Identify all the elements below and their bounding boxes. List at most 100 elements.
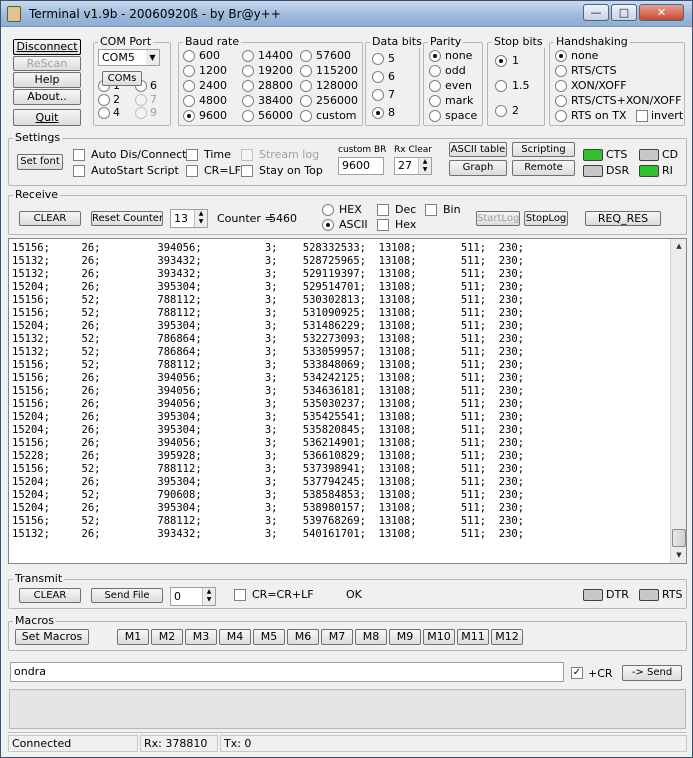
baud-radio-56000[interactable] [242,110,254,122]
receive-clear-button[interactable]: CLEAR [19,211,81,226]
baud-radio-38400[interactable] [242,95,254,107]
maximize-button[interactable]: □ [611,4,637,21]
com-radio-4[interactable] [98,107,110,119]
transmit-spinner[interactable]: ▲ ▼ [202,588,215,605]
data-bits-radio-8[interactable] [372,107,384,119]
com-radio-2[interactable] [98,94,110,106]
cr-lf-checkbox[interactable] [186,165,198,177]
com-radio-9[interactable] [135,107,147,119]
baud-radio-custom[interactable] [300,110,312,122]
baud-radio-2400[interactable] [183,80,195,92]
macro-button-m6[interactable]: M6 [287,629,319,645]
req-res-button[interactable]: REQ_RES [585,211,661,226]
baud-radio-28800[interactable] [242,80,254,92]
com-radio-7[interactable] [135,94,147,106]
data-bits-radio-6[interactable] [372,71,384,83]
send-file-button[interactable]: Send File [91,588,163,603]
reset-counter-button[interactable]: Reset Counter [91,211,163,226]
macro-button-m4[interactable]: M4 [219,629,251,645]
scroll-down-icon[interactable]: ▼ [673,551,685,561]
stop-bits-radio-1-5[interactable] [495,80,507,92]
parity-radio-odd[interactable] [429,65,441,77]
hex-checkbox[interactable] [377,219,389,231]
baud-radio-600[interactable] [183,50,195,62]
hex-radio[interactable] [322,204,334,216]
handshake-radio-rts-cts[interactable] [555,65,567,77]
parity-radio-even[interactable] [429,80,441,92]
send-input[interactable]: ondra [10,662,564,682]
handshake-radio-xon-xoff[interactable] [555,80,567,92]
handshake-radio-rts-cts-xon-xoff[interactable] [555,95,567,107]
rescan-button[interactable]: ReScan [13,56,81,71]
rx-clear-spinner[interactable]: ▲ ▼ [418,158,431,174]
close-button[interactable]: ✕ [639,4,684,21]
parity-radio-space[interactable] [429,110,441,122]
macro-button-m3[interactable]: M3 [185,629,217,645]
parity-radio-none[interactable] [429,50,441,62]
transmit-clear-button[interactable]: CLEAR [19,588,81,603]
baud-radio-128000[interactable] [300,80,312,92]
receive-spinner[interactable]: ▲ ▼ [194,210,207,227]
disconnect-button[interactable]: Disconnect [13,39,81,55]
graph-button[interactable]: Graph [449,160,507,176]
autostart-script-checkbox[interactable] [73,165,85,177]
data-bits-radio-7[interactable] [372,89,384,101]
macro-button-m2[interactable]: M2 [151,629,183,645]
macro-button-m8[interactable]: M8 [355,629,387,645]
baud-radio-19200[interactable] [242,65,254,77]
macro-button-m9[interactable]: M9 [389,629,421,645]
ascii-radio[interactable] [322,219,334,231]
quit-button[interactable]: Quit [13,109,81,126]
minimize-button[interactable]: — [583,4,609,21]
data-bits-radio-5[interactable] [372,53,384,65]
parity-radio-mark[interactable] [429,95,441,107]
macro-button-m10[interactable]: M10 [423,629,455,645]
baud-radio-9600[interactable] [183,110,195,122]
stop-bits-radio-1[interactable] [495,55,507,67]
chevron-down-icon[interactable]: ▼ [146,50,159,65]
time-checkbox[interactable] [186,149,198,161]
send-button[interactable]: -> Send [622,665,682,681]
baud-radio-115200[interactable] [300,65,312,77]
cr-crlf-checkbox[interactable] [234,589,246,601]
dtr-led-icon[interactable] [583,589,603,601]
rts-led-icon[interactable] [639,589,659,601]
baud-radio-4800[interactable] [183,95,195,107]
help-button[interactable]: Help [13,72,81,88]
dec-checkbox[interactable] [377,204,389,216]
macro-button-m11[interactable]: M11 [457,629,489,645]
auto-dis-connect-checkbox[interactable] [73,149,85,161]
baud-radio-1200[interactable] [183,65,195,77]
com-radio-4-label: 4 [113,106,120,119]
handshake-radio-none[interactable] [555,50,567,62]
macro-button-m5[interactable]: M5 [253,629,285,645]
macro-button-m12[interactable]: M12 [491,629,523,645]
ascii-table-button[interactable]: ASCII table [449,142,507,157]
macro-button-m1[interactable]: M1 [117,629,149,645]
coms-button[interactable]: COMs [102,71,142,86]
invert-checkbox[interactable] [636,110,648,122]
baud-radio-57600[interactable] [300,50,312,62]
stop-bits-radio-2[interactable] [495,105,507,117]
stay-on-top-checkbox[interactable] [241,165,253,177]
terminal-scrollbar[interactable]: ▲ ▼ [670,239,686,563]
scripting-button[interactable]: Scripting [512,142,575,157]
startlog-button[interactable]: StartLog [476,211,520,226]
receive-terminal[interactable]: 15156; 26; 394056; 3; 528332533; 13108; … [8,238,687,564]
app-icon [7,6,21,22]
bin-checkbox[interactable] [425,204,437,216]
stoplog-button[interactable]: StopLog [524,211,568,226]
remote-button[interactable]: Remote [512,160,575,176]
about-button[interactable]: About.. [13,89,81,105]
baud-radio-256000[interactable] [300,95,312,107]
set-macros-button[interactable]: Set Macros [15,629,89,645]
custom-br-input[interactable]: 9600 [338,157,384,175]
scroll-up-icon[interactable]: ▲ [673,242,685,252]
handshake-radio-rts-on-tx[interactable] [555,110,567,122]
cr-checkbox[interactable]: ✓ [571,667,583,679]
macro-button-m7[interactable]: M7 [321,629,353,645]
set-font-button[interactable]: Set font [17,154,63,170]
baud-radio-14400[interactable] [242,50,254,62]
stream-log-checkbox[interactable] [241,149,253,161]
scroll-thumb[interactable] [672,529,686,547]
